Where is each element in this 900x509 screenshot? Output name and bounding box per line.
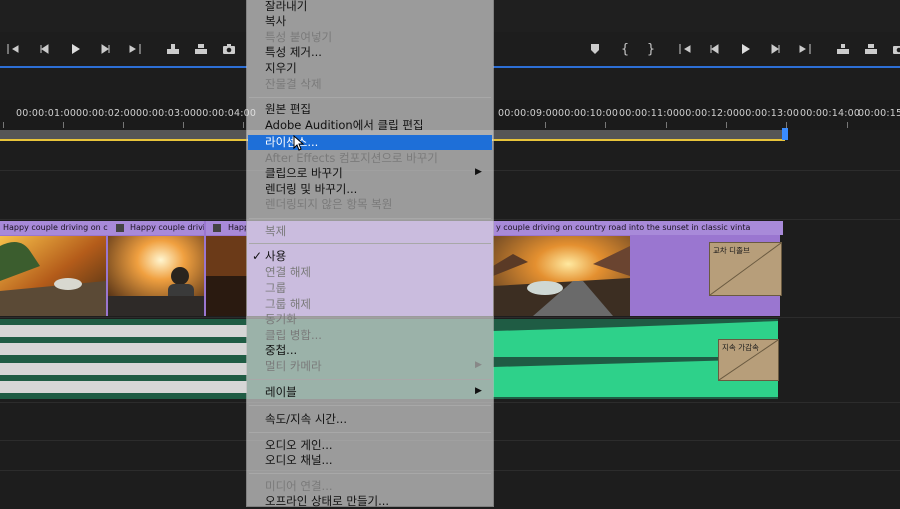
timecode-label: 00:00:13:00 [739, 108, 800, 119]
menu-item-clear[interactable]: 지우기 [265, 61, 297, 76]
timecode-label: 00:00:15:0 [858, 108, 900, 119]
step-forward-icon[interactable] [92, 38, 118, 60]
source-monitor-scrub-line [0, 66, 247, 68]
menu-separator [249, 432, 491, 433]
menu-item-merge-clips[interactable]: 클립 병합... [265, 328, 322, 343]
menu-item-duplicate[interactable]: 복제 [265, 224, 286, 239]
fx-badge-icon [116, 224, 124, 232]
clip-title: y couple driving on country road into th… [493, 221, 783, 235]
fx-badge-icon [213, 224, 221, 232]
menu-item-cut[interactable]: 잘라내기 [265, 0, 307, 14]
menu-item-license[interactable]: 라이센스... [265, 135, 318, 150]
timecode-label: 00:00:01:00 [16, 108, 77, 119]
clip-thumbnail [108, 236, 204, 316]
menu-item-replace-with-clip[interactable]: 클립으로 바꾸기 [265, 166, 343, 181]
menu-separator [249, 243, 491, 244]
timecode-label: 00:00:11:00 [619, 108, 680, 119]
menu-item-restore-unrendered[interactable]: 렌더링되지 않은 항목 복원 [265, 197, 392, 212]
timecode-label: 00:00:02:00 [76, 108, 137, 119]
play-icon[interactable] [62, 38, 88, 60]
go-to-out-icon[interactable] [122, 38, 148, 60]
submenu-arrow-icon: ▶ [475, 167, 482, 177]
submenu-arrow-icon: ▶ [475, 360, 482, 370]
go-to-in-icon[interactable] [672, 38, 698, 60]
menu-item-multi-camera[interactable]: 멀티 카메라 [265, 359, 322, 374]
menu-item-edit-in-audition[interactable]: Adobe Audition에서 클립 편집 [265, 118, 424, 133]
menu-item-edit-original[interactable]: 원본 편집 [265, 102, 311, 117]
menu-item-make-offline[interactable]: 오프라인 상태로 만들기... [265, 494, 389, 509]
source-transport-controls [0, 38, 242, 60]
menu-item-group[interactable]: 그룹 [265, 281, 286, 296]
menu-item-render-and-replace[interactable]: 렌더링 및 바꾸기... [265, 182, 357, 197]
camera-icon[interactable] [216, 38, 242, 60]
audio-waveform [0, 325, 247, 393]
menu-item-paste-attributes[interactable]: 특성 붙여넣기 [265, 30, 332, 45]
clip-thumbnail [206, 236, 247, 316]
menu-item-synchronize[interactable]: 동기화 [265, 312, 297, 327]
mark-out-icon[interactable]: } [638, 38, 664, 60]
menu-item-enable[interactable]: 사용 [265, 249, 286, 264]
menu-separator [249, 379, 491, 380]
clip-thumbnail [493, 236, 630, 316]
menu-item-audio-gain[interactable]: 오디오 게인... [265, 438, 333, 453]
menu-item-remove-attributes[interactable]: 특성 제거... [265, 45, 322, 60]
go-to-in-icon[interactable] [0, 38, 26, 60]
mark-in-icon[interactable]: { [612, 38, 638, 60]
menu-item-audio-channels[interactable]: 오디오 채널... [265, 453, 333, 468]
menu-separator [249, 473, 491, 474]
submenu-arrow-icon: ▶ [475, 386, 482, 396]
step-back-icon[interactable] [702, 38, 728, 60]
play-icon[interactable] [732, 38, 758, 60]
work-area-end-handle[interactable] [782, 128, 788, 140]
video-transition[interactable]: 교차 디졸브 [709, 242, 782, 296]
mouse-pointer-icon [293, 135, 305, 151]
menu-separator [249, 97, 491, 98]
program-monitor-scrub-line [493, 66, 900, 68]
insert-icon[interactable] [160, 38, 186, 60]
marker-icon[interactable] [582, 38, 608, 60]
clip-title: Happy couple driving on count [0, 221, 109, 235]
menu-item-unlink[interactable]: 연결 해제 [265, 265, 311, 280]
step-back-icon[interactable] [32, 38, 58, 60]
audio-transition[interactable]: 지속 가감속 [718, 339, 779, 381]
timecode-label: 00:00:12:00 [679, 108, 740, 119]
clip-thumbnail [0, 236, 106, 316]
menu-item-link-media[interactable]: 미디어 연결... [265, 479, 333, 494]
menu-item-label[interactable]: 레이블 [265, 385, 297, 400]
menu-item-speed-duration[interactable]: 속도/지속 시간... [265, 412, 347, 427]
menu-item-copy[interactable]: 복사 [265, 14, 286, 29]
menu-separator [249, 218, 491, 219]
timecode-label: 00:00:03:00 [136, 108, 197, 119]
step-forward-icon[interactable] [762, 38, 788, 60]
overwrite-icon[interactable] [188, 38, 214, 60]
lift-icon[interactable] [830, 38, 856, 60]
menu-item-replace-with-ae[interactable]: After Effects 컴포지션으로 바꾸기 [265, 151, 438, 166]
menu-separator [249, 405, 491, 406]
camera-icon[interactable] [886, 38, 900, 60]
transition-label: 지속 가감속 [722, 343, 759, 352]
menu-item-nest[interactable]: 중첩... [265, 343, 297, 358]
menu-item-ripple-delete[interactable]: 잔물결 삭제 [265, 77, 322, 92]
clip-title: Happ [206, 221, 246, 235]
menu-item-ungroup[interactable]: 그룹 해제 [265, 297, 311, 312]
timecode-label: 00:00:10:00 [558, 108, 619, 119]
checkmark-icon: ✓ [252, 249, 263, 263]
extract-icon[interactable] [858, 38, 884, 60]
transition-label: 교차 디졸브 [713, 246, 750, 255]
timecode-label: 00:00:09:00 [498, 108, 559, 119]
go-to-out-icon[interactable] [792, 38, 818, 60]
program-transport-controls: { } [582, 38, 900, 60]
timecode-label: 00:00:14:00 [800, 108, 861, 119]
